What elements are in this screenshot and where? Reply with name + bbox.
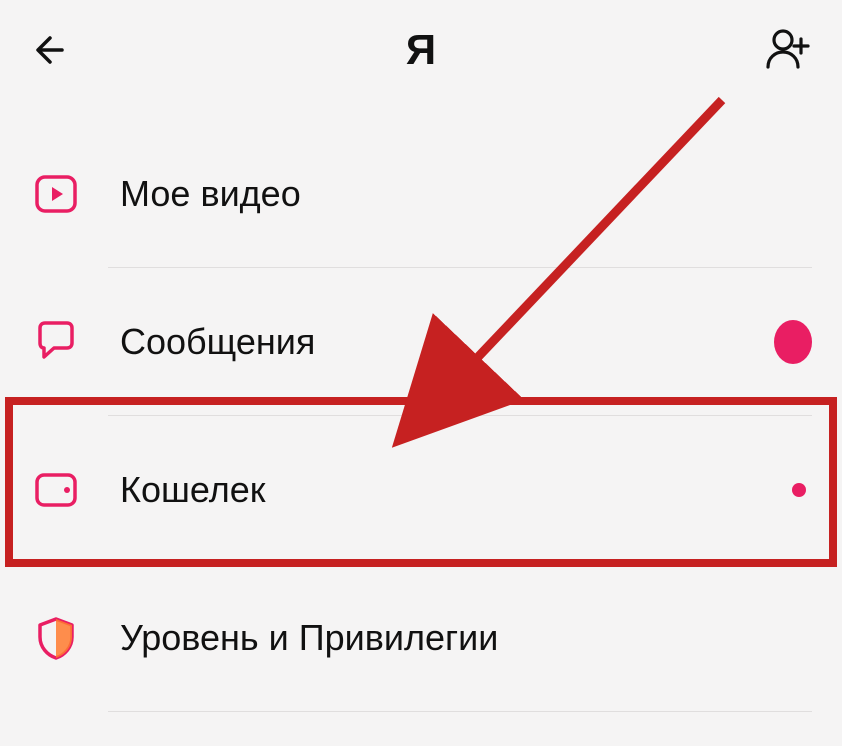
menu-item-messages[interactable]: Сообщения [0, 268, 842, 416]
menu-item-label: Мое видео [120, 173, 301, 215]
notification-dot [792, 483, 806, 497]
add-user-icon [763, 25, 813, 75]
menu-item-label: Сообщения [120, 321, 315, 363]
add-friend-button[interactable] [762, 24, 814, 76]
page-title: Я [406, 26, 436, 74]
divider [108, 711, 812, 712]
menu-item-label: Уровень и Привилегии [120, 617, 498, 659]
notification-badge [774, 320, 812, 364]
header: Я [0, 0, 842, 100]
chat-icon [30, 316, 82, 368]
menu-item-level[interactable]: Уровень и Привилегии [0, 564, 842, 712]
wallet-icon [30, 464, 82, 516]
back-arrow-icon [32, 28, 76, 72]
menu-list: Мое видео Сообщения Кошелек [0, 100, 842, 712]
menu-item-label: Кошелек [120, 469, 265, 511]
menu-item-wallet[interactable]: Кошелек [0, 416, 842, 564]
video-icon [30, 168, 82, 220]
back-button[interactable] [28, 24, 80, 76]
menu-item-my-video[interactable]: Мое видео [0, 120, 842, 268]
shield-icon [30, 612, 82, 664]
